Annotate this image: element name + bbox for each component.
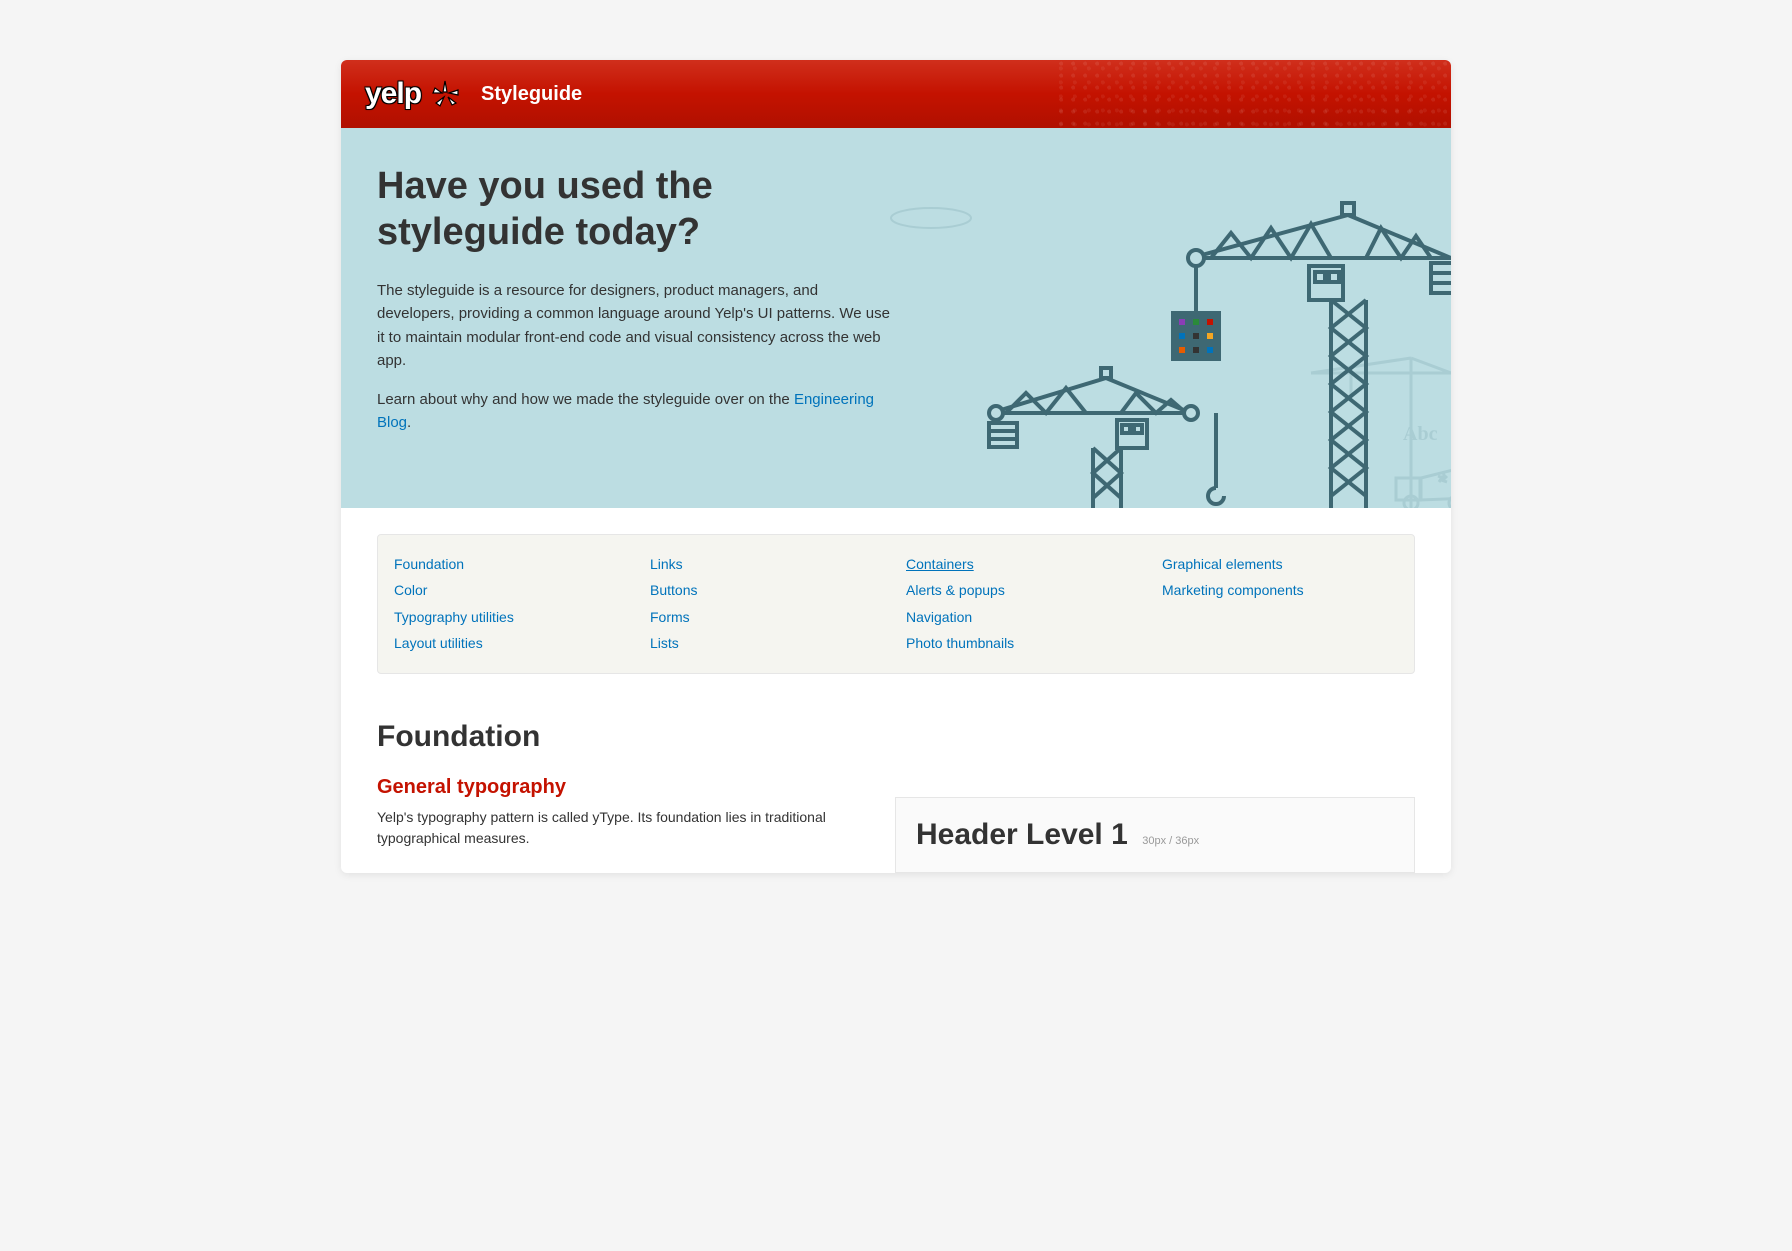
nav-col-1: Foundation Color Typography utilities La… (394, 553, 630, 655)
nav-col-4: Graphical elements Marketing components (1162, 553, 1398, 655)
nav-col-3: Containers Alerts & popups Navigation Ph… (906, 553, 1142, 655)
nav-link[interactable]: Buttons (650, 579, 886, 601)
example-meta: 30px / 36px (1142, 835, 1199, 847)
typography-example-box: Header Level 1 30px / 36px (895, 797, 1415, 873)
logo-text: yelp (365, 77, 421, 111)
nav-link[interactable]: Containers (906, 553, 1142, 575)
nav-link[interactable]: Typography utilities (394, 606, 630, 628)
section-body-text: Yelp's typography pattern is called yTyp… (377, 807, 855, 873)
nav-link[interactable]: Photo thumbnails (906, 632, 1142, 654)
hero-heading: Have you used the styleguide today? (377, 164, 897, 255)
nav-link[interactable]: Lists (650, 632, 886, 654)
header-title: Styleguide (481, 83, 582, 106)
hero-paragraph-1: The styleguide is a resource for designe… (377, 279, 897, 372)
nav-box: Foundation Color Typography utilities La… (377, 534, 1415, 674)
section-heading: Foundation (377, 720, 1415, 754)
nav-link[interactable]: Forms (650, 606, 886, 628)
foundation-section: Foundation General typography Yelp's typ… (341, 700, 1451, 873)
yelp-burst-icon (431, 79, 461, 109)
section-subheading: General typography (377, 776, 1415, 799)
logo[interactable]: yelp Styleguide (365, 77, 582, 111)
nav-link[interactable]: Color (394, 579, 630, 601)
header-bar: yelp Styleguide (341, 60, 1451, 128)
hero-section: Have you used the styleguide today? The … (341, 128, 1451, 508)
nav-link[interactable]: Graphical elements (1162, 553, 1398, 575)
nav-link[interactable]: Layout utilities (394, 632, 630, 654)
crane-illustration: Abc (871, 178, 1451, 508)
nav-link[interactable]: Links (650, 553, 886, 575)
svg-text:Abc: Abc (1403, 423, 1438, 445)
nav-link[interactable]: Navigation (906, 606, 1142, 628)
nav-col-2: Links Buttons Forms Lists (650, 553, 886, 655)
nav-link[interactable]: Foundation (394, 553, 630, 575)
nav-link[interactable]: Alerts & popups (906, 579, 1142, 601)
styleguide-window: yelp Styleguide Have you used the styleg… (341, 60, 1451, 873)
example-header-1: Header Level 1 (916, 818, 1128, 851)
nav-link[interactable]: Marketing components (1162, 579, 1398, 601)
hero-paragraph-2: Learn about why and how we made the styl… (377, 388, 897, 435)
